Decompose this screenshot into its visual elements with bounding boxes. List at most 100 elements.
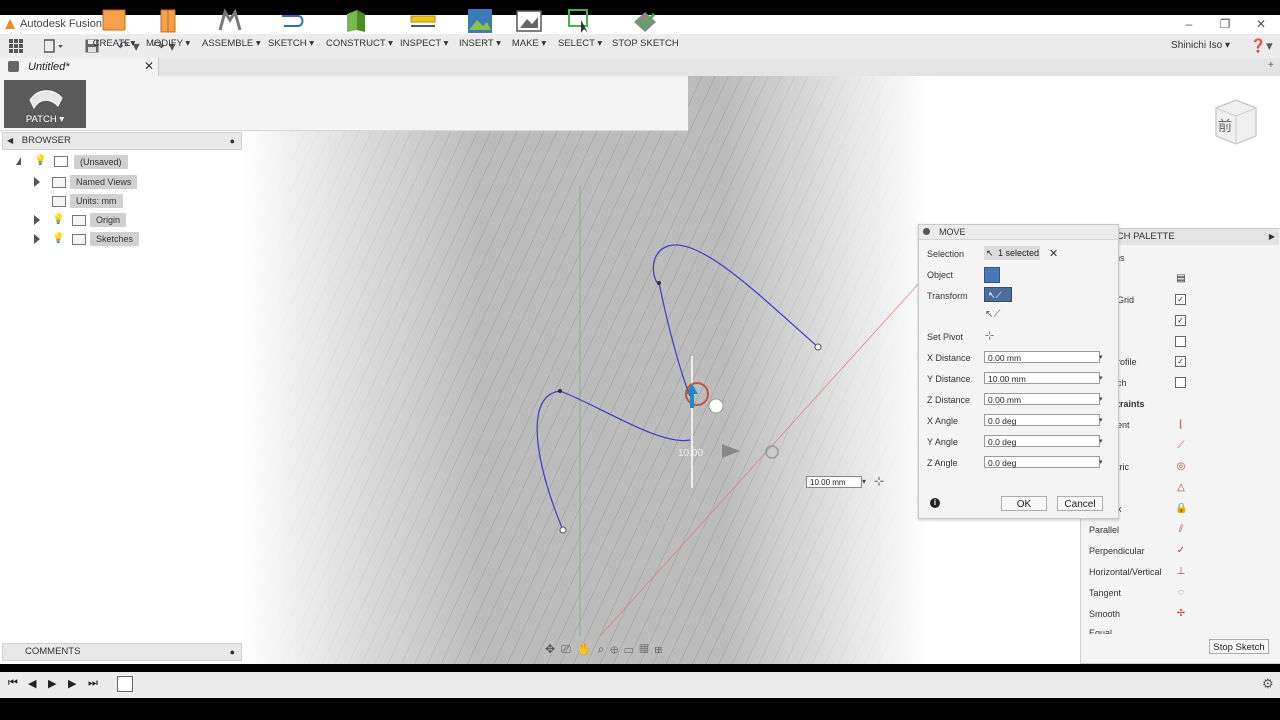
smooth-icon[interactable]: ✢: [1175, 608, 1187, 620]
sketches-visibility-icon[interactable]: 💡: [52, 233, 64, 244]
display-settings-icon[interactable]: ▭: [624, 642, 639, 656]
snap-checkbox[interactable]: ✓: [1175, 315, 1186, 326]
horizontal-vertical-icon[interactable]: ⊥: [1175, 566, 1187, 578]
fix-lock-icon[interactable]: 🔒: [1175, 503, 1187, 515]
y-angle-dropdown[interactable]: ▾: [1099, 437, 1103, 445]
workspace-switcher[interactable]: PATCH ▾: [4, 80, 86, 128]
z-distance-input[interactable]: 0.00 mm: [984, 393, 1100, 405]
modify-menu[interactable]: MODIFY ▾: [146, 0, 190, 54]
viewcube[interactable]: 前: [1212, 96, 1260, 146]
step-back-icon[interactable]: ◀: [28, 677, 36, 690]
palette-stop-sketch-button[interactable]: Stop Sketch: [1209, 639, 1269, 654]
origin-visibility-icon[interactable]: 💡: [52, 214, 64, 225]
free-move-icon[interactable]: ↖⟋: [984, 287, 1012, 302]
browser-panel-header[interactable]: ◀ BROWSER ●: [2, 132, 242, 150]
collinear-icon[interactable]: ⟋: [1175, 440, 1187, 452]
assemble-menu[interactable]: ASSEMBLE ▾: [202, 0, 261, 54]
user-menu[interactable]: Shinichi Iso ▾: [1171, 40, 1230, 51]
distance-dropdown-icon[interactable]: ▾: [862, 477, 866, 486]
comments-pin-icon[interactable]: ●: [230, 644, 235, 660]
sketch-grid-checkbox[interactable]: ✓: [1175, 294, 1186, 305]
expand-root-icon[interactable]: [16, 157, 21, 165]
clear-selection-icon[interactable]: ✕: [1049, 247, 1058, 260]
modify-label: MODIFY: [146, 38, 183, 49]
document-tab[interactable]: Untitled* ✕: [0, 58, 159, 76]
parallel-icon[interactable]: ⫽: [1175, 524, 1187, 536]
timeline-settings-icon[interactable]: ⚙: [1262, 676, 1274, 692]
tangent-icon[interactable]: ◌: [1175, 587, 1187, 599]
point-to-point-icon[interactable]: ↖⟋: [985, 309, 1000, 320]
orbit-icon[interactable]: ✥: [545, 642, 561, 656]
go-to-start-icon[interactable]: ⏮: [8, 677, 18, 690]
cancel-button[interactable]: Cancel: [1057, 496, 1103, 511]
new-tab-button[interactable]: +: [1268, 60, 1274, 71]
timeline-sketch-feature-icon[interactable]: [117, 676, 133, 692]
y-distance-input[interactable]: 10.00 mm: [984, 372, 1100, 384]
sketches-node[interactable]: Sketches: [90, 232, 140, 246]
midpoint-icon[interactable]: △: [1175, 482, 1187, 494]
file-menu-icon[interactable]: [44, 39, 64, 53]
root-node-label[interactable]: (Unsaved): [74, 155, 128, 169]
set-pivot-canvas-icon[interactable]: ⊹: [874, 474, 884, 488]
data-panel-grid-icon[interactable]: [9, 39, 23, 53]
browser-pin-icon[interactable]: ●: [230, 133, 235, 149]
expand-sketches-icon[interactable]: [34, 234, 40, 244]
help-icon[interactable]: ❓▾: [1250, 38, 1273, 54]
look-at-icon[interactable]: ⎚: [561, 642, 577, 656]
concentric-icon[interactable]: ◎: [1175, 461, 1187, 473]
z-angle-input[interactable]: 0.0 deg: [984, 456, 1100, 468]
distance-input[interactable]: 10.00 mm: [806, 476, 862, 488]
z-distance-dropdown[interactable]: ▾: [1099, 395, 1103, 403]
coincident-icon[interactable]: ⌊: [1175, 419, 1187, 431]
restore-button[interactable]: ❐: [1208, 15, 1242, 34]
x-distance-input[interactable]: 0.00 mm: [984, 351, 1100, 363]
construct-menu[interactable]: CONSTRUCT ▾: [326, 0, 393, 54]
stop-sketch-button[interactable]: STOP SKETCH: [612, 0, 679, 54]
slice-checkbox[interactable]: [1175, 336, 1186, 347]
step-forward-icon[interactable]: ▶: [68, 677, 76, 690]
insert-menu[interactable]: INSERT ▾: [458, 0, 502, 54]
units-node[interactable]: Units: mm: [70, 194, 123, 208]
dialog-collapse-icon[interactable]: [923, 228, 930, 235]
inspect-menu[interactable]: INSPECT ▾: [400, 0, 448, 54]
sketch-menu[interactable]: SKETCH ▾: [268, 0, 314, 54]
named-views-node[interactable]: Named Views: [70, 175, 138, 189]
select-menu[interactable]: SELECT ▾: [558, 0, 602, 54]
close-button[interactable]: ✕: [1244, 15, 1278, 34]
show-profile-checkbox[interactable]: ✓: [1175, 356, 1186, 367]
expand-origin-icon[interactable]: [34, 215, 40, 225]
go-to-end-icon[interactable]: ⏭: [88, 677, 98, 690]
x-distance-dropdown[interactable]: ▾: [1099, 353, 1103, 361]
origin-node[interactable]: Origin: [90, 213, 127, 227]
create-menu[interactable]: CREATE▾: [92, 0, 136, 54]
grid-settings-icon[interactable]: ▦: [639, 642, 654, 656]
move-dialog-header[interactable]: MOVE: [919, 225, 1118, 240]
selection-button[interactable]: ↖ 1 selected: [984, 246, 1040, 260]
fit-icon[interactable]: ⊕: [610, 642, 624, 656]
object-bodies-icon[interactable]: [984, 267, 1000, 283]
minimize-button[interactable]: –: [1172, 15, 1206, 34]
x-angle-dropdown[interactable]: ▾: [1099, 416, 1103, 424]
close-tab-icon[interactable]: ✕: [144, 59, 154, 73]
expand-named-views-icon[interactable]: [34, 177, 40, 187]
play-icon[interactable]: ▶: [48, 677, 56, 690]
viewports-icon[interactable]: ⊞: [654, 642, 668, 656]
3d-sketch-checkbox[interactable]: [1175, 377, 1186, 388]
comments-panel-header[interactable]: COMMENTS ●: [2, 643, 242, 661]
pan-icon[interactable]: ✋: [577, 642, 598, 656]
look-at-sketch-icon[interactable]: ▤: [1175, 273, 1187, 285]
ok-button[interactable]: OK: [1001, 496, 1047, 511]
visibility-bulb-icon[interactable]: 💡: [34, 155, 46, 166]
y-angle-input[interactable]: 0.0 deg: [984, 435, 1100, 447]
modify-icon: [160, 9, 176, 33]
zoom-icon[interactable]: ⌕: [598, 642, 611, 656]
perpendicular-icon[interactable]: ✓: [1175, 545, 1187, 557]
set-pivot-icon[interactable]: ⊹: [985, 329, 994, 342]
collapse-icon[interactable]: ◀: [7, 136, 13, 145]
palette-expand-icon[interactable]: ▶: [1269, 229, 1275, 245]
z-angle-dropdown[interactable]: ▾: [1099, 458, 1103, 466]
info-icon[interactable]: i: [930, 498, 940, 508]
make-menu[interactable]: MAKE ▾: [508, 0, 550, 54]
y-distance-dropdown[interactable]: ▾: [1099, 374, 1103, 382]
x-angle-input[interactable]: 0.0 deg: [984, 414, 1100, 426]
